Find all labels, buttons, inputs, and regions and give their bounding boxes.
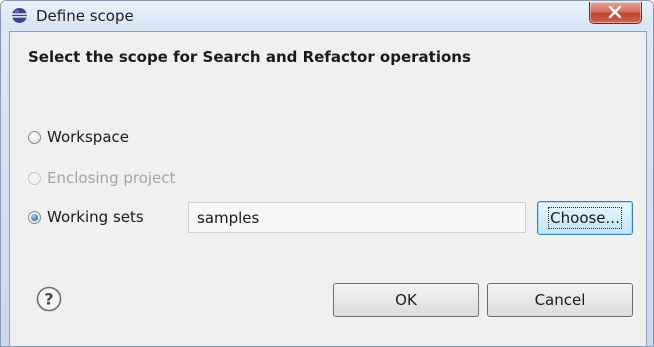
cancel-button-label: Cancel — [534, 291, 586, 309]
cancel-button[interactable]: Cancel — [487, 283, 633, 317]
enclosing-project-radio-label: Enclosing project — [47, 169, 176, 187]
choose-button-label: Choose... — [548, 207, 622, 229]
working-sets-radio-label: Working sets — [47, 208, 144, 226]
window-title: Define scope — [36, 7, 134, 25]
working-sets-radio-option[interactable]: Working sets — [28, 208, 144, 226]
workspace-radio-option[interactable]: Workspace — [28, 128, 129, 146]
close-icon — [608, 6, 622, 18]
dialog-heading: Select the scope for Search and Refactor… — [28, 48, 471, 66]
title-bar[interactable]: Define scope — [1, 1, 653, 31]
ok-button[interactable]: OK — [333, 283, 479, 317]
workspace-radio-label: Workspace — [47, 128, 129, 146]
workspace-radio[interactable] — [28, 130, 41, 144]
svg-text:?: ? — [44, 290, 53, 309]
close-button[interactable] — [589, 2, 642, 24]
working-sets-field[interactable] — [188, 202, 526, 233]
enclosing-project-radio-option: Enclosing project — [28, 169, 175, 187]
help-icon[interactable]: ? — [36, 286, 62, 312]
enclosing-project-radio — [28, 171, 41, 185]
ok-button-label: OK — [395, 291, 417, 309]
choose-button[interactable]: Choose... — [537, 201, 633, 235]
working-sets-radio[interactable] — [28, 210, 41, 224]
eclipse-icon — [12, 8, 27, 23]
